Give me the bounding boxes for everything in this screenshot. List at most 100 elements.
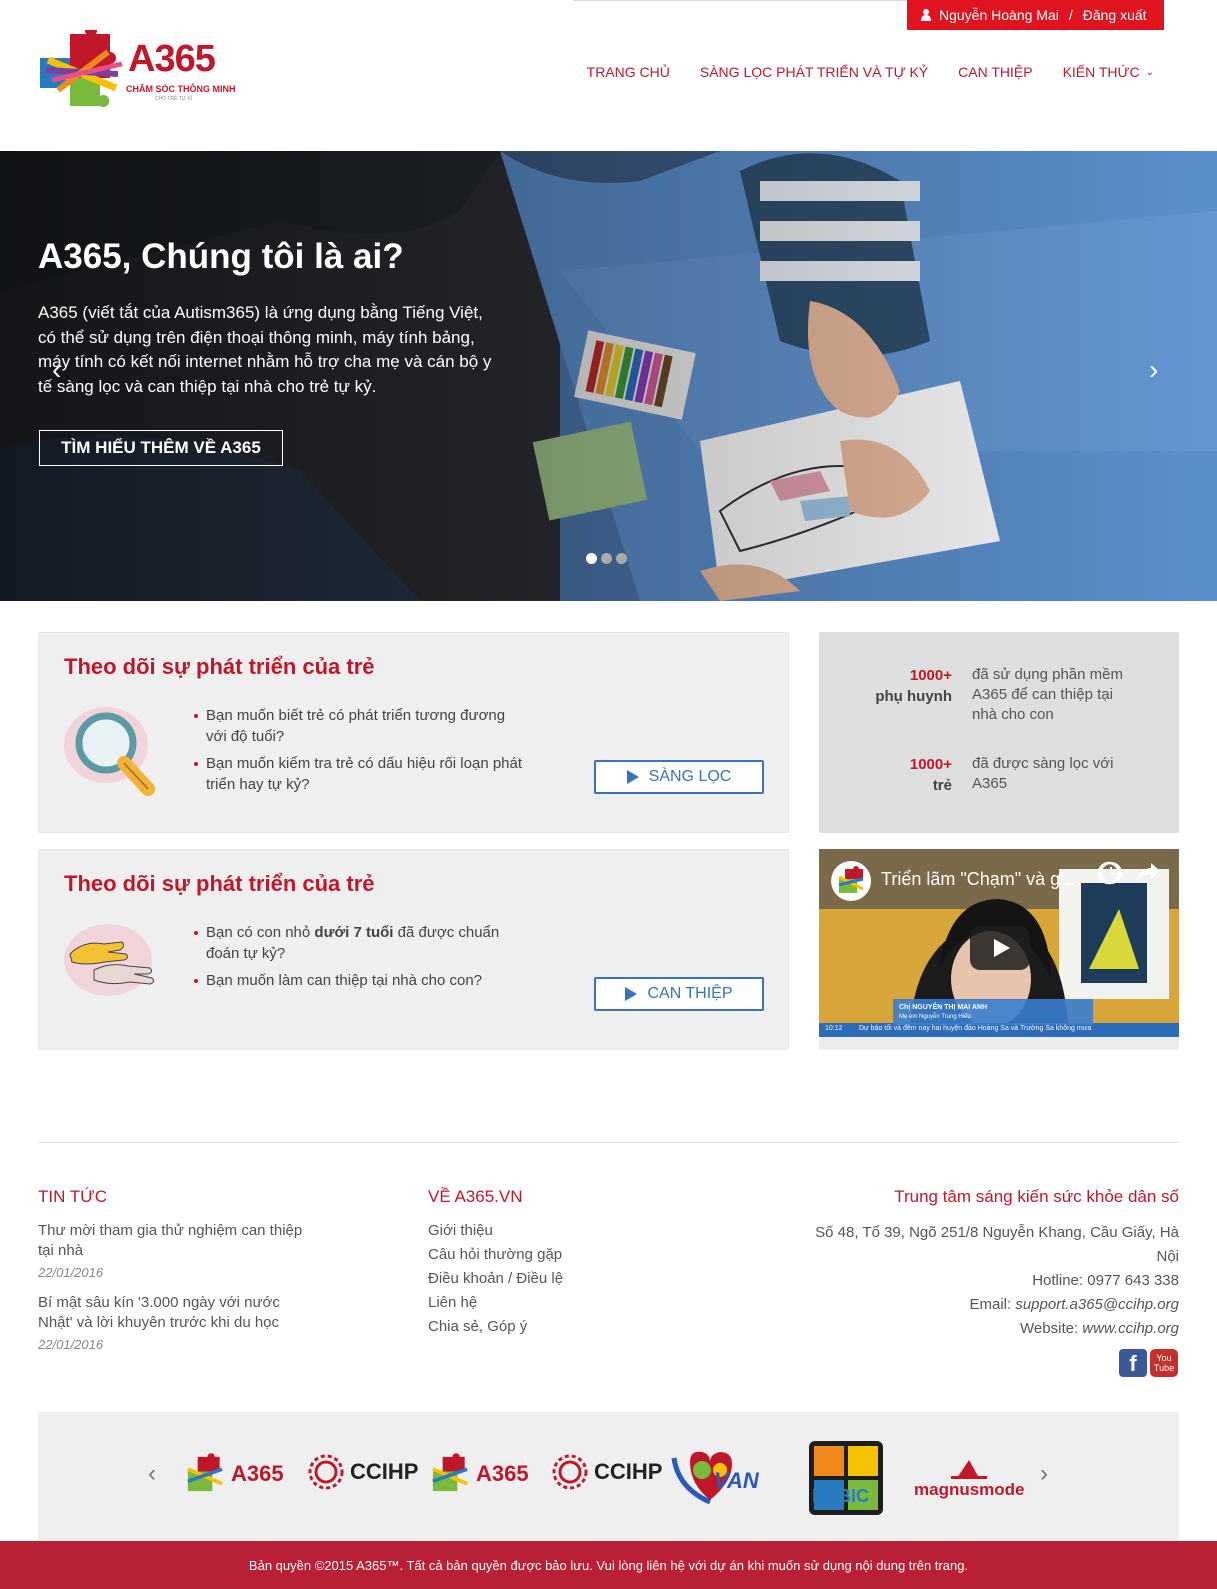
facebook-icon[interactable]: f	[1119, 1349, 1147, 1377]
center-heading: Trung tâm sáng kiến sức khỏe dân số	[894, 1187, 1179, 1206]
magnifier-icon	[64, 707, 155, 796]
intervention-button[interactable]: CAN THIỆP	[594, 977, 764, 1011]
news-date: 22/01/2016	[38, 1337, 104, 1352]
news-column: TIN TỨC Thư mời tham gia thử nghiệm can …	[38, 1187, 318, 1355]
screening-card-bullets: Bạn muốn biết trẻ có phát triển tương đư…	[194, 705, 529, 801]
copyright-bar: Bản quyền ©2015 A365™. Tất cả bản quyền …	[0, 1541, 1217, 1589]
stat-unit: phụ huynh	[875, 688, 952, 705]
list-item: Bạn muốn làm can thiệp tại nhà cho con?	[194, 970, 529, 991]
user-bar: Nguyễn Hoàng Mai / Đăng xuất	[907, 0, 1164, 30]
partner-logo-text: CCIHP	[594, 1459, 663, 1484]
screening-button-label: SÀNG LỌC	[648, 768, 732, 785]
social-links: f You Tube	[1119, 1349, 1178, 1377]
partner-logo-text: magnusmode	[914, 1480, 1025, 1499]
logo-tagline-small: CHO TRẺ TỰ KỈ	[155, 96, 193, 102]
wizard-hat-icon	[951, 1460, 988, 1479]
partner-logo-text: RUBIC	[812, 1486, 869, 1506]
center-website-line: Website: www.ccihp.org	[799, 1317, 1179, 1341]
carousel-prev-icon[interactable]: ‹	[52, 356, 61, 384]
partner-logo-text: VAN	[714, 1468, 759, 1493]
ccihp-sun-icon	[308, 1454, 344, 1490]
footer-divider	[38, 1142, 1179, 1143]
partner-logo-a365[interactable]: A365	[183, 1452, 284, 1496]
about-link-intro[interactable]: Giới thiệu	[428, 1219, 563, 1243]
intervention-button-label: CAN THIỆP	[647, 985, 733, 1002]
play-icon	[626, 770, 639, 784]
nav-item-knowledge[interactable]: KIẾN THỨC ⌄	[1063, 64, 1154, 80]
center-info-column: Trung tâm sáng kiến sức khỏe dân số Số 4…	[799, 1187, 1179, 1341]
video-clock: 10:12	[825, 1025, 843, 1032]
screening-card: Theo dõi sự phát triển của trẻ Bạn muốn …	[38, 632, 789, 833]
nav-item-intervention[interactable]: CAN THIỆP	[958, 64, 1032, 80]
hero-title: A365, Chúng tôi là ai?	[38, 237, 404, 276]
carousel-dot[interactable]	[616, 553, 627, 564]
bullet-text: Bạn có con nhỏ	[206, 924, 315, 941]
partners-prev-icon[interactable]: ‹	[148, 1460, 156, 1488]
stat-description: đã sử dụng phần mềm A365 để can thiệp tạ…	[972, 666, 1123, 723]
stat-parents: 1000+ phụ huynh đã sử dụng phần mềm A365…	[819, 665, 1179, 725]
intervention-card-title: Theo dõi sự phát triển của trẻ	[64, 871, 375, 896]
list-item: Bạn có con nhỏ dưới 7 tuổi đã được chuẩn…	[194, 922, 529, 964]
carousel-dot[interactable]	[601, 553, 612, 564]
partner-logo-van[interactable]: VAN	[670, 1448, 759, 1508]
about-column: VỀ A365.VN Giới thiệu Câu hỏi thường gặp…	[428, 1187, 563, 1339]
about-heading: VỀ A365.VN	[428, 1187, 523, 1206]
partner-logo-rubic[interactable]: RUBIC	[808, 1440, 884, 1516]
about-link-contact[interactable]: Liên hệ	[428, 1291, 563, 1315]
bullet-emphasis: dưới 7 tuổi	[314, 924, 394, 941]
about-link-terms[interactable]: Điều khoản / Điều lệ	[428, 1267, 563, 1291]
about-links: Giới thiệu Câu hỏi thường gặp Điều khoản…	[428, 1219, 563, 1339]
list-item: Bạn muốn kiểm tra trẻ có dấu hiệu rối lo…	[194, 753, 529, 795]
nav-item-home[interactable]: TRANG CHỦ	[587, 64, 670, 80]
news-item: Bí mật sâu kín '3.000 ngày với nước Nhật…	[38, 1293, 318, 1355]
video-caption-sub: Mẹ em Nguyễn Trung Hiếu	[899, 1014, 971, 1020]
puzzle-logo-icon	[432, 1453, 468, 1492]
about-link-faq[interactable]: Câu hỏi thường gặp	[428, 1243, 563, 1267]
video-player[interactable]: Triển lãm "Chạm" và giới thiệu Chị NGUYỄ…	[819, 849, 1179, 1050]
partner-logo-a365[interactable]: A365	[428, 1452, 529, 1496]
user-name-link[interactable]: Nguyễn Hoàng Mai	[939, 7, 1059, 23]
news-link[interactable]: Thư mời tham gia thử nghiệm can thiệp tạ…	[38, 1221, 318, 1261]
center-email-line: Email: support.a365@ccihp.org	[799, 1293, 1179, 1317]
logo-text: A365	[128, 38, 216, 80]
center-address: Số 48, Tổ 39, Ngõ 251/8 Nguyễn Khang, Cầ…	[815, 1224, 1179, 1265]
chevron-down-icon: ⌄	[1145, 66, 1154, 78]
intervention-card: Theo dõi sự phát triển của trẻ Bạn có co…	[38, 849, 789, 1050]
email-link[interactable]: support.a365@ccihp.org	[1015, 1296, 1179, 1313]
website-link[interactable]: www.ccihp.org	[1082, 1320, 1179, 1337]
logo-tagline: CHĂM SÓC THÔNG MINH	[126, 84, 236, 94]
nav-item-screening[interactable]: SÀNG LỌC PHÁT TRIỂN VÀ TỰ KỶ	[700, 64, 928, 80]
news-link[interactable]: Bí mật sâu kín '3.000 ngày với nước Nhật…	[38, 1293, 318, 1333]
puzzle-logo-icon	[40, 24, 123, 108]
video-ticker: Dự báo tối và đêm nay hai huyện đảo Hoàn…	[859, 1025, 1092, 1032]
youtube-icon[interactable]: You Tube	[1150, 1349, 1178, 1377]
logout-link[interactable]: Đăng xuất	[1083, 7, 1147, 23]
partner-logo-text: A365	[476, 1461, 529, 1486]
main-nav: TRANG CHỦ SÀNG LỌC PHÁT TRIỂN VÀ TỰ KỶ C…	[587, 64, 1154, 80]
learn-more-button[interactable]: TÌM HIỂU THÊM VỀ A365	[39, 430, 283, 466]
carousel-next-icon[interactable]: ›	[1149, 356, 1158, 384]
center-contact: Số 48, Tổ 39, Ngõ 251/8 Nguyễn Khang, Cầ…	[799, 1221, 1179, 1341]
stat-number-block: 1000+ trẻ	[819, 754, 952, 796]
stat-unit: trẻ	[932, 777, 952, 794]
stat-number: 1000+	[909, 667, 952, 684]
watch-later-icon[interactable]	[1099, 861, 1123, 885]
partner-logo-ccihp[interactable]: CCIHP	[306, 1452, 418, 1492]
ccihp-sun-icon	[552, 1454, 588, 1490]
screening-button[interactable]: SÀNG LỌC	[594, 760, 764, 794]
partner-logo-ccihp[interactable]: CCIHP	[550, 1452, 662, 1492]
video-title[interactable]: Triển lãm "Chạm" và giới thiệu	[881, 869, 1091, 890]
partners-next-icon[interactable]: ›	[1040, 1460, 1048, 1488]
news-item: Thư mời tham gia thử nghiệm can thiệp tạ…	[38, 1221, 318, 1283]
stat-number: 1000+	[909, 756, 952, 773]
partner-logo-text: CCIHP	[350, 1459, 419, 1484]
about-link-feedback[interactable]: Chia sẻ, Góp ý	[428, 1315, 563, 1339]
partner-logo-text: A365	[231, 1461, 284, 1486]
youtube-icon-text: You	[1156, 1353, 1172, 1363]
share-icon[interactable]	[1135, 861, 1161, 883]
screening-card-title: Theo dõi sự phát triển của trẻ	[64, 654, 375, 679]
website-label: Website:	[1020, 1320, 1083, 1337]
play-button-icon[interactable]	[970, 926, 1030, 970]
partner-logo-magnusmode[interactable]: magnusmode	[914, 1458, 1025, 1500]
carousel-dot[interactable]	[586, 553, 597, 564]
